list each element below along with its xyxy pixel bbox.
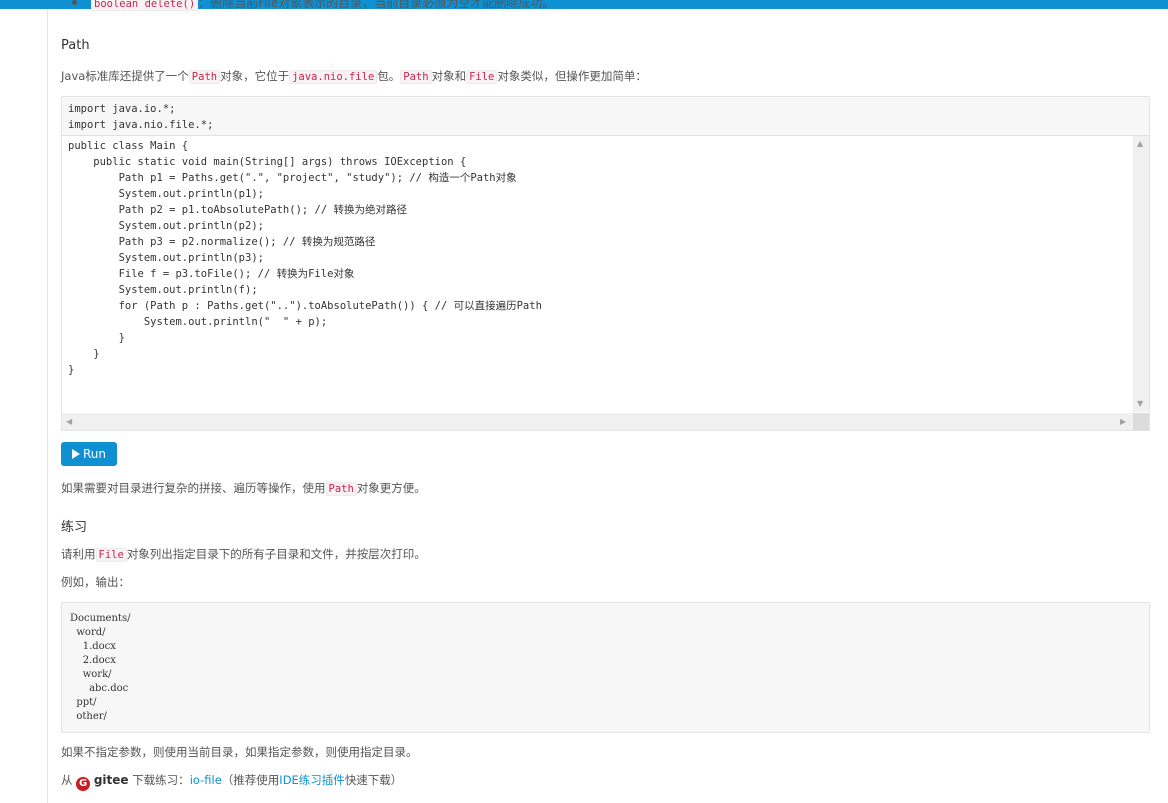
scrollbar-corner: [1133, 413, 1149, 430]
text: 对象和: [431, 69, 467, 83]
scroll-down-icon[interactable]: ▼: [1137, 399, 1143, 409]
inline-code: java.nio.file: [289, 70, 378, 84]
text: 包。: [377, 69, 401, 83]
io-file-link[interactable]: io-file: [190, 773, 222, 787]
inline-code: Path: [325, 482, 357, 496]
text: 从: [61, 773, 73, 787]
download-line: 从 G gitee 下载练习：io-file（推荐使用IDE练习插件快速下载）: [61, 772, 402, 791]
path-intro: Java标准库还提供了一个 Path 对象，它位于 java.nio.file 包。 Pa…: [61, 68, 647, 84]
scroll-right-icon[interactable]: ▶: [1120, 417, 1126, 427]
example-output-block: Documents/ word/ 1.docx 2.docx work/ abc…: [61, 602, 1150, 733]
section-heading-path: Path: [61, 38, 90, 53]
inline-code: Path: [188, 70, 221, 84]
text: 快速下载）: [344, 773, 403, 787]
bullet-icon: [72, 0, 77, 5]
text: 如果需要对目录进行复杂的拼接、遍历等操作，使用: [61, 481, 326, 495]
exercise-note: 如果不指定参数，则使用当前目录，如果指定参数，则使用指定目录。: [61, 745, 418, 759]
section-heading-exercise: 练习: [61, 520, 88, 535]
text: Java标准库还提供了一个: [61, 69, 189, 83]
ide-plugin-link[interactable]: IDE练习插件: [279, 773, 345, 787]
list-item-text: ：删除当前File对象表示的目录，当前目录必须为空才能删除成功。: [198, 0, 555, 10]
inline-code: File: [95, 548, 127, 562]
code-editor[interactable]: public class Main { public static void m…: [61, 135, 1150, 431]
text: 下载练习：: [132, 773, 190, 787]
horizontal-scrollbar[interactable]: ◀ ▶: [62, 413, 1133, 430]
imports-code-block: import java.io.*; import java.nio.file.*…: [61, 96, 1150, 137]
play-icon: [71, 449, 80, 459]
text: 对象类似，但操作更加简单：: [497, 69, 647, 83]
text: 对象列出指定目录下的所有子目录和文件，并按层次打印。: [126, 547, 426, 561]
previous-list-item: boolean delete() ：删除当前File对象表示的目录，当前目录必须为…: [61, 0, 554, 11]
inline-code: File: [466, 70, 498, 84]
run-button[interactable]: Run: [61, 442, 117, 466]
imports-code: import java.io.*; import java.nio.file.*…: [68, 103, 214, 131]
example-label: 例如，输出：: [61, 575, 130, 589]
editor-code[interactable]: public class Main { public static void m…: [68, 138, 542, 378]
example-output: Documents/ word/ 1.docx 2.docx work/ abc…: [70, 613, 131, 722]
path-after-note: 如果需要对目录进行复杂的拼接、遍历等操作，使用 Path 对象更方便。: [61, 480, 426, 496]
left-divider: [47, 9, 48, 803]
run-button-label: Run: [82, 447, 106, 461]
exercise-task: 请利用 File 对象列出指定目录下的所有子目录和文件，并按层次打印。: [61, 546, 426, 562]
inline-code: boolean delete(): [91, 0, 199, 11]
text: 对象更方便。: [356, 481, 426, 495]
text: （推荐使用: [221, 773, 280, 787]
inline-code: Path: [400, 70, 432, 84]
vertical-scrollbar[interactable]: ▲ ▼: [1133, 136, 1149, 412]
scroll-up-icon[interactable]: ▲: [1137, 139, 1143, 149]
scroll-left-icon[interactable]: ◀: [66, 417, 72, 427]
gitee-wordmark: gitee: [93, 773, 129, 787]
text: 请利用: [61, 547, 96, 561]
text: 对象，它位于: [220, 69, 290, 83]
gitee-logo-icon: G: [76, 777, 91, 791]
